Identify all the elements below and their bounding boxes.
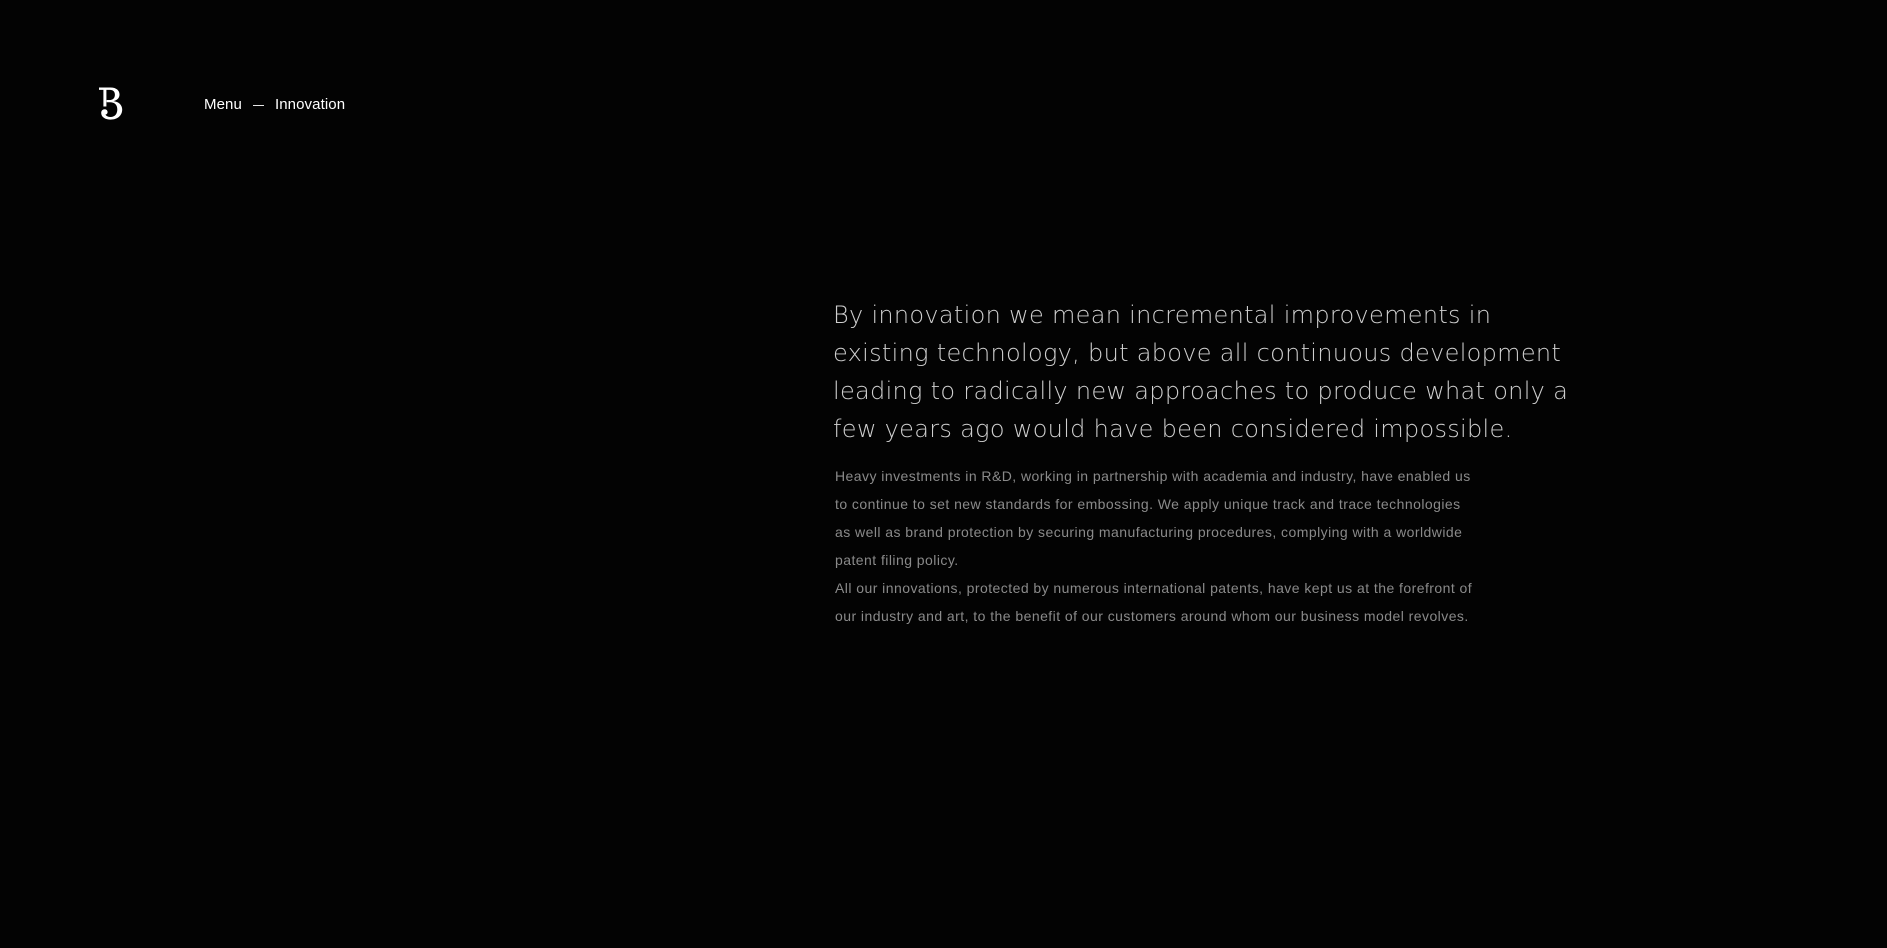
lead-statement: By innovation we mean incremental improv… [833,301,1569,443]
breadcrumb-separator [252,104,264,106]
menu-link[interactable]: Menu [204,95,242,115]
site-header: Menu Innovation [0,0,1887,160]
breadcrumb-nav: Menu Innovation [204,95,345,115]
paragraph-rnd: Heavy investments in R&D, working in par… [835,468,1471,568]
brand-monogram-icon[interactable] [96,86,128,122]
paragraph-patents: All our innovations, protected by numero… [835,580,1473,624]
innovation-content: By innovation we mean incremental improv… [833,296,1593,630]
breadcrumb-current-page: Innovation [274,96,346,113]
body-text: Heavy investments in R&D, working in par… [835,462,1475,630]
